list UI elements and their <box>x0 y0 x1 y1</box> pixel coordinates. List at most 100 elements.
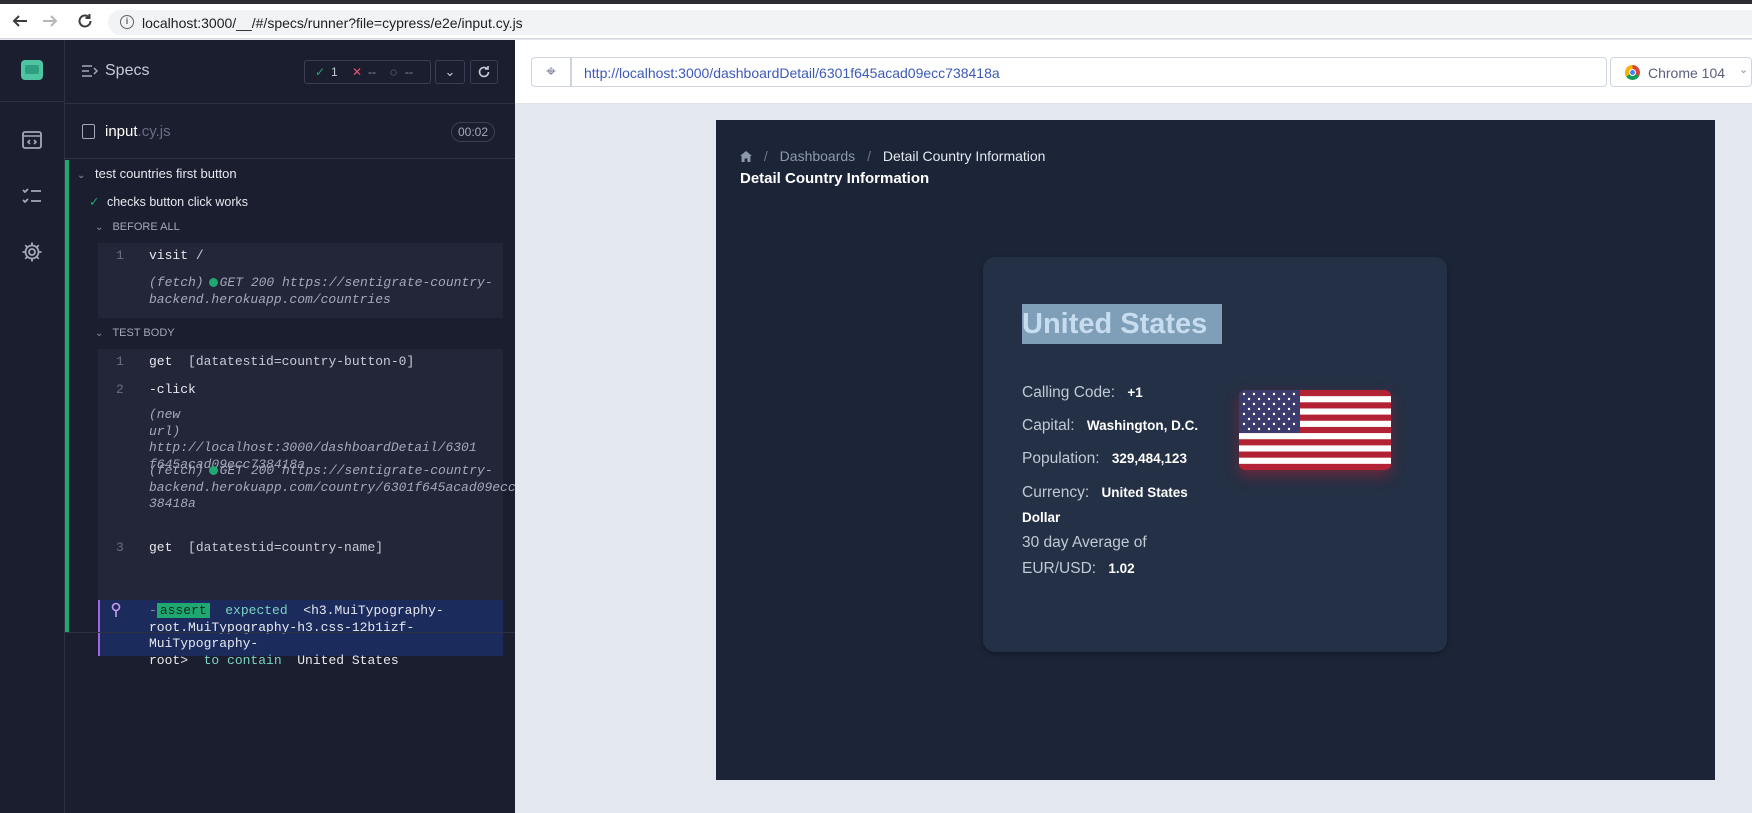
refresh-icon[interactable] <box>470 60 498 84</box>
fetch-text: GET 200 https://sentigrate-country- <box>219 275 493 290</box>
home-icon[interactable] <box>740 148 752 164</box>
population-label: Population: <box>1022 450 1100 467</box>
command-get[interactable]: get [datatestid=country-button-0] <box>149 354 414 369</box>
fetch-label: (fetch) <box>149 463 204 478</box>
crosshair-icon[interactable]: ⌖ <box>531 57 571 87</box>
fetch-log-countries[interactable]: (fetch) GET 200 https://sentigrate-countr… <box>149 274 493 308</box>
test-suite: ⌄ test countries first button ✓ checks b… <box>65 160 523 668</box>
file-extension: .cy.js <box>137 123 171 140</box>
command-number: 3 <box>116 540 124 555</box>
assert-dash: - <box>149 603 157 618</box>
check-icon: ✓ <box>315 65 326 79</box>
spec-file-row: input.cy.js 00:02 <box>65 104 515 159</box>
assert-subject-cont: root.MuiTypography-h3.css-12b1izf-MuiTyp… <box>149 619 415 652</box>
capital-value: Washington, D.C. <box>1086 418 1199 433</box>
reload-icon[interactable] <box>75 12 95 32</box>
app-viewport: / Dashboards / Detail Country Informatio… <box>716 120 1715 780</box>
reporter-divider <box>65 632 515 633</box>
breadcrumb-separator: / <box>867 148 871 164</box>
file-basename: input <box>105 123 138 140</box>
fetch-text: GET 200 https://sentigrate-country- <box>219 463 493 478</box>
failed-count: -- <box>368 65 376 79</box>
suite-title-row[interactable]: ⌄ test countries first button <box>77 166 237 181</box>
new-url-value: http://localhost:3000/dashboardDetail/63… <box>149 440 477 455</box>
new-url-label-cont: url) <box>149 423 181 439</box>
status-dot-icon <box>208 278 218 287</box>
test-title-row[interactable]: ✓ checks button click works <box>89 194 248 209</box>
info-icon[interactable]: i <box>120 15 134 29</box>
avg-rate-label-cont: EUR/USD: <box>1022 560 1097 577</box>
command-number: 2 <box>116 382 124 397</box>
spinner-icon: ◌ <box>390 65 398 79</box>
breadcrumb-separator: / <box>763 148 768 164</box>
new-url-label: (new <box>149 407 181 422</box>
browser-runner-icon[interactable] <box>20 128 44 152</box>
file-icon <box>82 124 95 139</box>
spec-duration: 00:02 <box>451 122 495 142</box>
back-arrow-icon[interactable] <box>10 12 30 32</box>
command-arg: [datatestid=country-button-0] <box>188 354 415 369</box>
page-title: Detail Country Information <box>740 170 930 187</box>
avg-rate-field-cont: EUR/USD: 1.02 <box>1022 556 1135 581</box>
assert-matcher: to contain <box>203 652 282 668</box>
test-body-section[interactable]: ⌄ TEST BODY <box>95 327 175 339</box>
specs-toggle-icon[interactable] <box>82 64 99 78</box>
command-click[interactable]: -click <box>149 382 196 397</box>
command-name: visit <box>149 248 189 263</box>
assert-command-row[interactable]: - assert expected <h3.MuiTypography- root… <box>98 600 503 668</box>
avg-rate-value: 1.02 <box>1108 561 1135 576</box>
fetch-text-cont: 38418a <box>149 496 196 511</box>
chevron-down-icon: ⌄ <box>95 328 104 339</box>
spec-file-name: input.cy.js <box>105 123 171 140</box>
browser-toolbar: i localhost:3000/__/#/specs/runner?file=… <box>0 4 1752 39</box>
gear-icon[interactable] <box>20 240 44 264</box>
breadcrumb-current: Detail Country Information <box>882 148 1046 164</box>
avg-rate-field: 30 day Average of <box>1022 530 1147 555</box>
calling-code-value: +1 <box>1127 385 1143 400</box>
check-icon: ✓ <box>89 195 100 209</box>
country-name: United States <box>1022 304 1222 344</box>
assert-subject: <h3.MuiTypography- <box>303 603 444 618</box>
test-stats: ✓ 1 ✕ -- ◌ -- <box>304 60 431 84</box>
browser-label: Chrome 104 <box>1648 65 1726 81</box>
command-number: 1 <box>116 354 124 369</box>
aut-url-bar: ⌖ http://localhost:3000/dashboardDetail/… <box>515 40 1752 104</box>
browser-selector[interactable]: Chrome 104 ⌄ <box>1610 57 1752 87</box>
spec-reporter: Specs ✓ 1 ✕ -- ◌ -- ⌄ input.cy.js 00:02 … <box>65 40 523 813</box>
aut-url-field[interactable]: http://localhost:3000/dashboardDetail/63… <box>571 57 1607 87</box>
currency-value-cont: Dollar <box>1022 510 1061 525</box>
country-card: United States Calling Code: +1 Capital: … <box>983 257 1447 652</box>
forward-arrow-icon[interactable] <box>40 12 60 32</box>
pin-icon[interactable] <box>110 602 122 623</box>
side-nav-rail <box>0 40 65 813</box>
command-get-country-name[interactable]: get [datatestid=country-name] <box>149 540 383 555</box>
fetch-log-country[interactable]: (fetch) GET 200 https://sentigrate-countr… <box>149 463 523 513</box>
calling-code-field: Calling Code: +1 <box>1022 380 1143 405</box>
browser-address-bar[interactable]: i localhost:3000/__/#/specs/runner?file=… <box>108 10 1752 35</box>
avg-rate-label: 30 day Average of <box>1022 534 1147 551</box>
currency-label: Currency: <box>1022 484 1090 501</box>
cypress-logo-icon[interactable] <box>21 60 43 80</box>
fetch-text-cont: backend.herokuapp.com/country/6301f645ac… <box>149 479 524 495</box>
test-body-commands: 1 get [datatestid=country-button-0] 2 -c… <box>98 349 523 600</box>
command-arg: [datatestid=country-name] <box>188 540 384 555</box>
assert-badge: assert <box>156 603 210 618</box>
specs-title[interactable]: Specs <box>105 62 149 80</box>
breadcrumb-dashboards[interactable]: Dashboards <box>780 148 856 164</box>
specs-list-icon[interactable] <box>20 184 44 208</box>
test-body-label: TEST BODY <box>112 327 175 339</box>
before-all-label: BEFORE ALL <box>112 221 180 233</box>
chevron-down-icon[interactable]: ⌄ <box>435 60 465 84</box>
browser-url-text: localhost:3000/__/#/specs/runner?file=cy… <box>142 15 523 31</box>
passed-count: 1 <box>331 65 338 79</box>
command-name: get <box>149 540 173 555</box>
test-title: checks button click works <box>106 195 248 209</box>
breadcrumb: / Dashboards / Detail Country Informatio… <box>740 148 1045 164</box>
assert-text: - assert expected <h3.MuiTypography- root… <box>149 603 503 669</box>
fetch-label: (fetch) <box>149 275 204 290</box>
before-all-hook[interactable]: ⌄ BEFORE ALL <box>95 221 180 233</box>
chevron-down-icon: ⌄ <box>77 170 86 181</box>
suite-title: test countries first button <box>95 166 237 181</box>
command-name: get <box>149 354 173 369</box>
command-visit[interactable]: visit / <box>149 248 204 263</box>
